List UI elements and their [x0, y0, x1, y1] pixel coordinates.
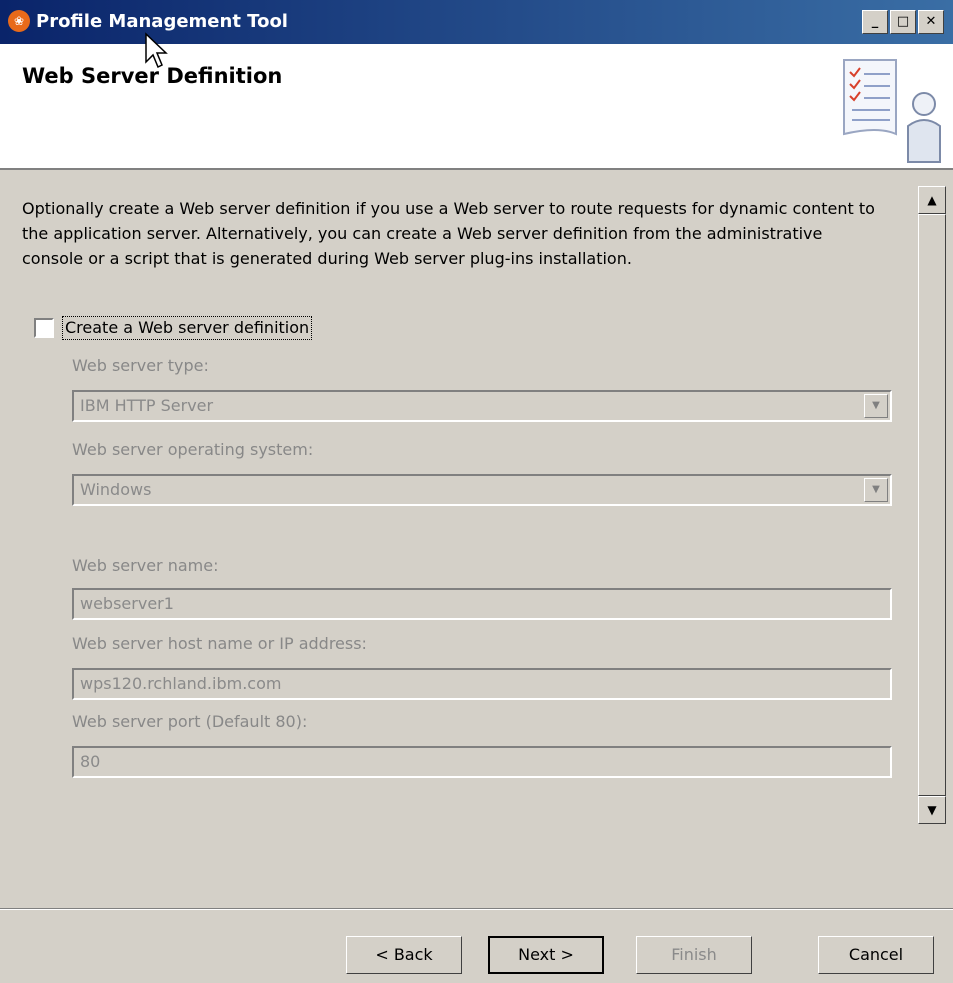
wizard-header: Web Server Definition	[0, 44, 953, 170]
server-name-label: Web server name:	[72, 556, 219, 575]
scroll-down-button[interactable]: ▼	[918, 796, 946, 824]
next-button[interactable]: Next >	[488, 936, 604, 974]
footer-divider	[0, 908, 953, 910]
scroll-up-button[interactable]: ▲	[918, 186, 946, 214]
create-definition-checkbox[interactable]	[34, 318, 54, 338]
create-definition-label[interactable]: Create a Web server definition	[62, 316, 313, 340]
wizard-checklist-person-icon	[843, 59, 941, 163]
title-bar[interactable]: ❀ Profile Management Tool _ □ ✕	[0, 0, 953, 44]
close-button[interactable]: ✕	[918, 10, 944, 34]
scroll-thumb[interactable]	[918, 214, 946, 796]
os-value: Windows	[80, 480, 152, 499]
host-label: Web server host name or IP address:	[72, 634, 367, 653]
server-type-select[interactable]: IBM HTTP Server ▼	[72, 390, 892, 422]
finish-button[interactable]: Finish	[636, 936, 752, 974]
server-type-value: IBM HTTP Server	[80, 396, 214, 415]
host-field[interactable]: wps120.rchland.ibm.com	[72, 668, 892, 700]
port-field[interactable]: 80	[72, 746, 892, 778]
os-label: Web server operating system:	[72, 440, 314, 459]
mouse-cursor-icon	[145, 32, 168, 69]
server-type-label: Web server type:	[72, 356, 209, 375]
maximize-button[interactable]: □	[890, 10, 916, 34]
description-text: Optionally create a Web server definitio…	[22, 199, 875, 268]
app-icon: ❀	[8, 10, 30, 32]
cancel-button[interactable]: Cancel	[818, 936, 934, 974]
chevron-down-icon[interactable]: ▼	[864, 478, 888, 502]
chevron-down-icon[interactable]: ▼	[864, 394, 888, 418]
server-name-field[interactable]: webserver1	[72, 588, 892, 620]
back-button[interactable]: < Back	[346, 936, 462, 974]
vertical-scrollbar[interactable]: ▲ ▼	[918, 186, 946, 824]
port-label: Web server port (Default 80):	[72, 712, 308, 731]
minimize-button[interactable]: _	[862, 10, 888, 34]
os-select[interactable]: Windows ▼	[72, 474, 892, 506]
